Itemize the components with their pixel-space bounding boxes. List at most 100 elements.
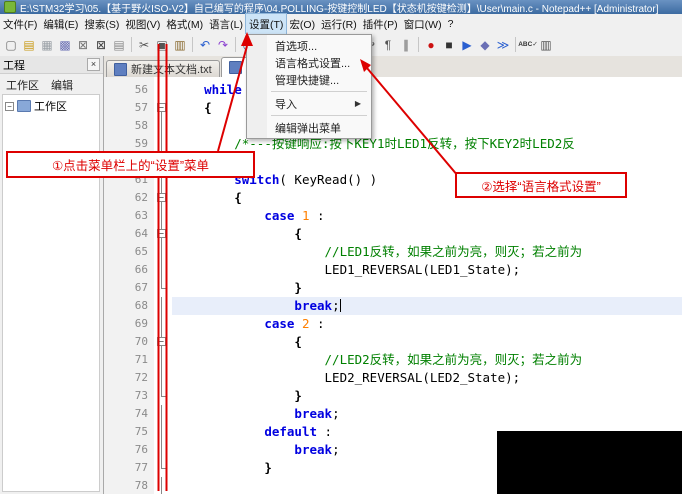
save-icon[interactable]: ▦ — [38, 36, 56, 54]
line-number: 73 — [134, 389, 148, 402]
title-bar: E:\STM32学习\05.【基于野火ISO-V2】自己编写的程序\04.POL… — [0, 0, 682, 14]
code-line[interactable]: 71 //LED2反转，如果之前为亮，则灭；若之前为 — [104, 351, 682, 369]
menu-item-shortcut-mapper[interactable]: 管理快捷键... — [249, 71, 369, 88]
cut-icon[interactable]: ✂ — [135, 36, 153, 54]
code-line[interactable]: 69 case 2 : — [104, 315, 682, 333]
callout-1: ①点击菜单栏上的“设置”菜单 — [6, 151, 255, 178]
open-folder-icon[interactable]: ▤ — [20, 36, 38, 54]
close-icon[interactable]: ⊠ — [74, 36, 92, 54]
fold-guide — [154, 261, 172, 279]
fold-guide — [154, 81, 172, 99]
line-number: 57 — [134, 101, 148, 114]
paste-icon[interactable]: ▥ — [171, 36, 189, 54]
document-icon — [114, 62, 127, 76]
code-line[interactable]: 70 { — [104, 333, 682, 351]
line-number: 64 — [134, 227, 148, 240]
menu-item-import[interactable]: 导入 ▶ — [249, 95, 369, 112]
code-line[interactable]: 72 LED2_REVERSAL(LED2_State); — [104, 369, 682, 387]
code-line[interactable]: 73 } — [104, 387, 682, 405]
line-number: 78 — [134, 479, 148, 492]
fold-guide — [154, 369, 172, 387]
toolbar-separator — [235, 37, 236, 52]
menu-bar-item[interactable]: 语言(L) — [206, 14, 246, 34]
code-line[interactable]: 56 while — [104, 81, 682, 99]
settings-dropdown-menu: 首选项... 语言格式设置... 管理快捷键... 导入 ▶ 编辑弹出菜单 — [246, 34, 372, 139]
menu-bar-item[interactable]: 编辑(E) — [40, 14, 81, 34]
panel-menu-item[interactable]: 编辑 — [51, 77, 73, 93]
code-line[interactable]: 66 LED1_REVERSAL(LED1_State); — [104, 261, 682, 279]
doc-switcher-icon[interactable]: ▥ — [537, 36, 555, 54]
project-panel: 工程 × 工作区 编辑 − 工作区 — [0, 56, 104, 494]
spell-check-icon[interactable]: ABC✓ — [518, 36, 538, 54]
line-number: 77 — [134, 461, 148, 474]
fold-toggle-icon[interactable] — [154, 99, 172, 117]
document-tab-bar: 新建文本文档.txtmain.c — [104, 56, 682, 78]
redaction-overlay — [497, 431, 682, 494]
menu-bar-item[interactable]: 窗口(W) — [401, 14, 445, 34]
menu-bar-item[interactable]: 宏(O) — [286, 14, 318, 34]
menu-item-preferences[interactable]: 首选项... — [249, 37, 369, 54]
line-number: 69 — [134, 317, 148, 330]
code-line[interactable]: 64 { — [104, 225, 682, 243]
code-line[interactable]: 74 break; — [104, 405, 682, 423]
panel-close-icon[interactable]: × — [87, 58, 100, 71]
fold-guide — [154, 423, 172, 441]
document-tab[interactable]: 新建文本文档.txt — [106, 60, 220, 77]
menu-bar-item[interactable]: 运行(R) — [318, 14, 360, 34]
menu-bar: 文件(F) 编辑(E) 搜索(S) 视图(V) 格式(M) 语言(L) 设置(T) 宏(O) 运… — [0, 13, 682, 35]
line-number: 72 — [134, 371, 148, 384]
menu-separator — [271, 115, 367, 116]
line-number: 66 — [134, 263, 148, 276]
stop-macro-icon[interactable]: ■ — [440, 36, 458, 54]
code-line[interactable]: 65 //LED1反转，如果之前为亮，则灭；若之前为 — [104, 243, 682, 261]
notepad-window: E:\STM32学习\05.【基于野火ISO-V2】自己编写的程序\04.POL… — [0, 0, 682, 494]
show-all-chars-icon[interactable]: ¶ — [379, 36, 397, 54]
indent-guide-icon[interactable]: ∥ — [397, 36, 415, 54]
line-number: 65 — [134, 245, 148, 258]
tree-item[interactable]: − 工作区 — [5, 98, 97, 114]
run-macro-multiple-icon[interactable]: ≫ — [494, 36, 512, 54]
panel-menu-item[interactable]: 工作区 — [6, 77, 39, 93]
fold-toggle-icon[interactable] — [154, 189, 172, 207]
line-number: 70 — [134, 335, 148, 348]
menu-bar-item[interactable]: 插件(P) — [360, 14, 401, 34]
undo-icon[interactable]: ↶ — [196, 36, 214, 54]
code-line[interactable]: 57 { — [104, 99, 682, 117]
close-all-icon[interactable]: ⊠ — [92, 36, 110, 54]
line-number: 75 — [134, 425, 148, 438]
fold-toggle-icon[interactable] — [154, 225, 172, 243]
line-number: 56 — [134, 83, 148, 96]
fold-guide — [154, 279, 172, 297]
fold-guide — [154, 315, 172, 333]
project-panel-title: 工程 — [3, 59, 25, 72]
code-line[interactable]: 67 } — [104, 279, 682, 297]
line-number: 63 — [134, 209, 148, 222]
save-macro-icon[interactable]: ◆ — [476, 36, 494, 54]
window-title: E:\STM32学习\05.【基于野火ISO-V2】自己编写的程序\04.POL… — [20, 3, 659, 15]
tree-expand-icon[interactable]: − — [5, 101, 14, 111]
menu-bar-item[interactable]: 搜索(S) — [81, 14, 122, 34]
record-macro-icon[interactable]: ● — [422, 36, 440, 54]
code-line[interactable]: 68 break; — [104, 297, 682, 315]
fold-guide — [154, 477, 172, 494]
menu-item-style-configurator[interactable]: 语言格式设置... — [249, 54, 369, 71]
submenu-arrow-icon: ▶ — [354, 99, 361, 108]
project-panel-menu: 工作区 编辑 — [0, 74, 103, 96]
new-file-icon[interactable]: ▢ — [2, 36, 20, 54]
save-all-icon[interactable]: ▩ — [56, 36, 74, 54]
line-number: 58 — [134, 119, 148, 132]
play-macro-icon[interactable]: ▶ — [458, 36, 476, 54]
redo-icon[interactable]: ↷ — [214, 36, 232, 54]
code-line[interactable]: 58 — [104, 117, 682, 135]
menu-bar-item[interactable]: 视图(V) — [122, 14, 163, 34]
copy-icon[interactable]: ▣ — [153, 36, 171, 54]
fold-toggle-icon[interactable] — [154, 333, 172, 351]
menu-bar-item[interactable]: 格式(M) — [163, 14, 206, 34]
fold-guide — [154, 243, 172, 261]
menu-item-edit-popup[interactable]: 编辑弹出菜单 — [249, 119, 369, 136]
print-icon[interactable]: ▤ — [110, 36, 128, 54]
menu-bar-item[interactable]: ? — [445, 14, 457, 34]
code-line[interactable]: 63 case 1 : — [104, 207, 682, 225]
menu-bar-item[interactable]: 设置(T) — [245, 13, 288, 35]
menu-bar-item[interactable]: 文件(F) — [0, 14, 40, 34]
